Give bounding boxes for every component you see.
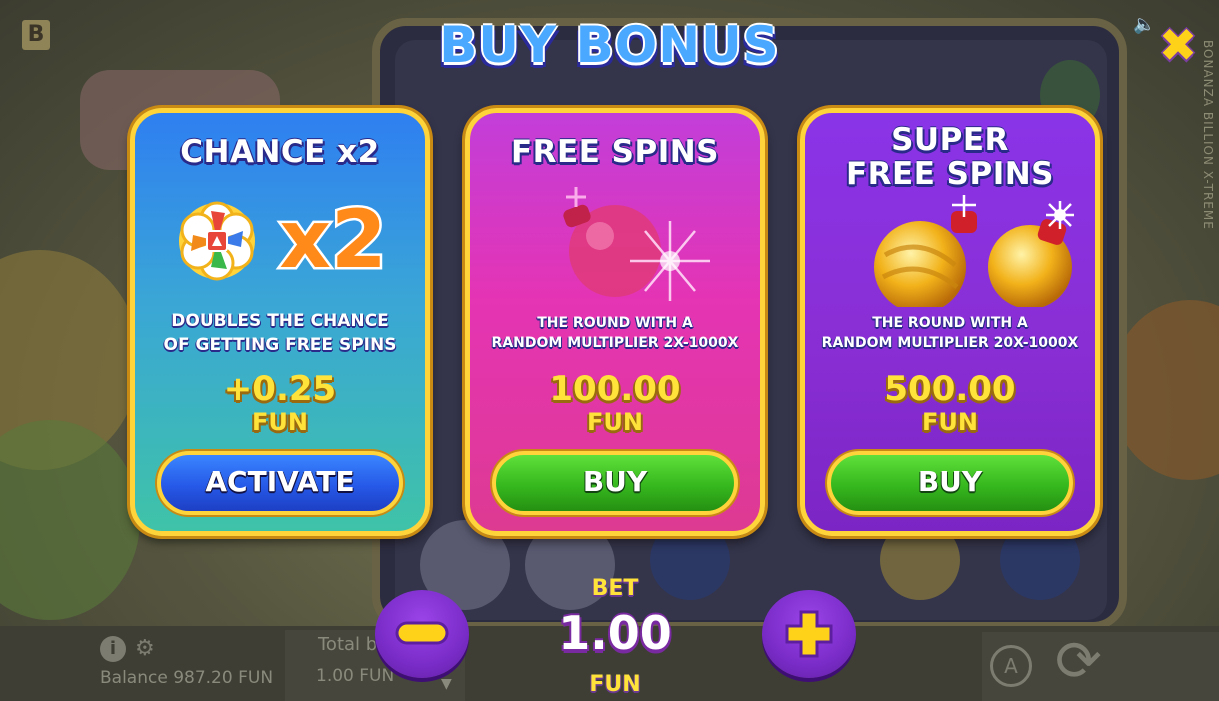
bet-label: BET — [591, 576, 639, 601]
decrease-bet-button[interactable] — [375, 590, 469, 678]
desc-line: THE ROUND WITH A — [537, 315, 693, 331]
card-title: CHANCE x2 — [135, 135, 425, 169]
info-icon[interactable]: i — [100, 636, 126, 662]
buy-free-spins-button[interactable]: BUY — [492, 451, 738, 515]
card-title: SUPER FREE SPINS — [805, 123, 1095, 191]
desc-line: RANDOM MULTIPLIER 20X-1000X — [821, 335, 1079, 351]
card-currency: FUN — [587, 408, 643, 436]
card-currency: FUN — [252, 408, 308, 436]
buy-super-free-spins-button[interactable]: BUY — [827, 451, 1073, 515]
card-price: +0.25 — [223, 369, 337, 409]
card-description: THE ROUND WITH A RANDOM MULTIPLIER 20X-1… — [805, 313, 1095, 353]
modal-title: BUY BONUS — [439, 16, 780, 74]
card-title: FREE SPINS — [470, 135, 760, 169]
total-bet-label: Total b — [318, 634, 378, 655]
desc-line: DOUBLES THE CHANCE — [171, 311, 389, 331]
activate-button[interactable]: ACTIVATE — [157, 451, 403, 515]
chance-x2-card: CHANCE x2 x2 DOUBLES THE CHANCE OF GETTI… — [130, 108, 430, 536]
bet-value: 1.00 — [558, 606, 672, 660]
close-icon[interactable]: ✖ — [1155, 22, 1201, 68]
card-title-line: FREE SPINS — [510, 134, 720, 170]
card-price: 100.00 — [549, 369, 681, 409]
plus-icon — [785, 610, 833, 658]
card-title-line: SUPER — [891, 122, 1009, 158]
card-title-line: FREE SPINS — [845, 156, 1055, 192]
super-free-spins-card: SUPER FREE SPINS THE ROUND WITH A RANDOM… — [800, 108, 1100, 536]
desc-line: THE ROUND WITH A — [872, 315, 1028, 331]
desc-line: RANDOM MULTIPLIER 2X-1000X — [491, 335, 739, 351]
card-description: THE ROUND WITH A RANDOM MULTIPLIER 2X-10… — [470, 313, 760, 353]
card-title-line: CHANCE x2 — [180, 134, 380, 170]
flower-badge-icon: x2 — [135, 181, 425, 301]
autoplay-button[interactable]: A — [990, 645, 1032, 687]
spin-icon[interactable]: ⟳ — [1055, 632, 1102, 692]
chevron-down-icon[interactable]: ▼ — [441, 676, 452, 692]
gear-icon[interactable]: ⚙ — [135, 636, 155, 661]
free-spins-card: FREE SPINS THE ROUND WITH A RANDOM MULTI… — [465, 108, 765, 536]
pink-bomb-icon — [470, 181, 760, 306]
balance-text: Balance 987.20 FUN — [100, 668, 274, 688]
increase-bet-button[interactable] — [762, 590, 856, 678]
bet-currency: FUN — [589, 672, 641, 697]
x2-art-text: x2 — [279, 193, 386, 286]
card-currency: FUN — [922, 408, 978, 436]
desc-line: OF GETTING FREE SPINS — [163, 335, 397, 355]
gold-bombs-icon — [805, 193, 1095, 313]
fruit-decoration — [0, 420, 140, 620]
card-price: 500.00 — [884, 369, 1016, 409]
card-description: DOUBLES THE CHANCE OF GETTING FREE SPINS — [135, 309, 425, 357]
minus-icon — [395, 621, 449, 645]
